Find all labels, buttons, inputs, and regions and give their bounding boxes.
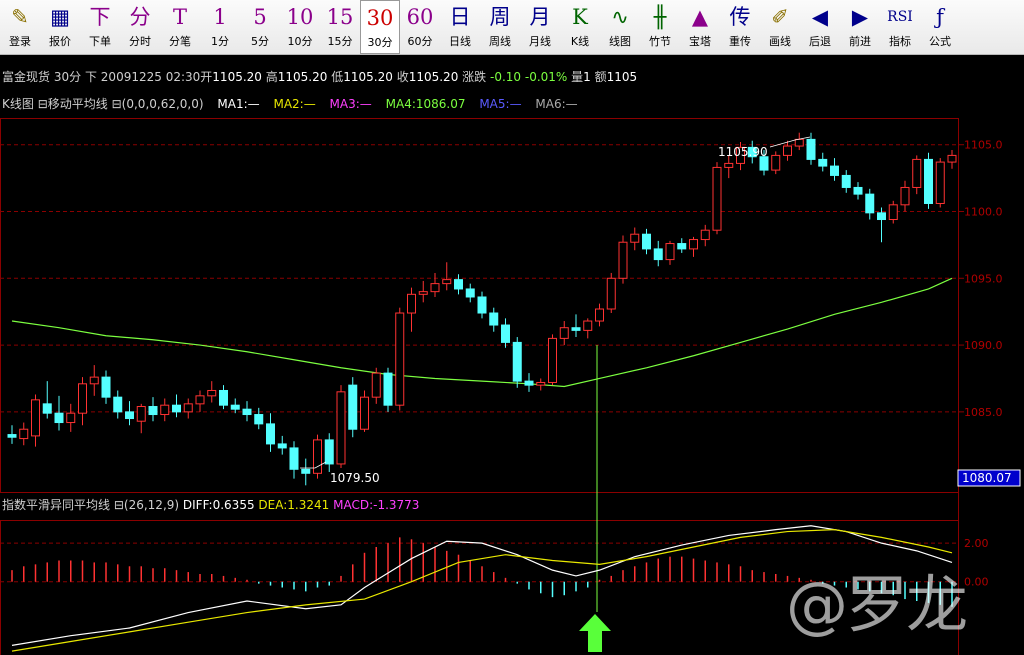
down-candle-body — [454, 279, 463, 290]
down-candle-body — [113, 396, 123, 413]
down-candle-body — [841, 174, 851, 188]
up-candle-body — [207, 389, 217, 397]
up-candle-body — [66, 412, 76, 424]
down-candle-body — [254, 414, 264, 425]
down-candle-body — [477, 296, 487, 314]
down-candle-body — [230, 404, 240, 410]
down-candle-body — [54, 412, 64, 424]
up-candle-body — [771, 154, 781, 171]
up-candle-body — [712, 166, 722, 231]
down-candle-body — [924, 158, 933, 204]
down-candle-body — [277, 443, 287, 449]
down-candle-body — [101, 376, 111, 398]
up-candle-body — [395, 312, 405, 406]
up-candle-body — [418, 291, 428, 295]
down-candle-body — [219, 389, 228, 406]
up-candle-body — [195, 395, 205, 405]
up-candle-body — [700, 229, 710, 241]
up-arrow-icon — [579, 614, 611, 652]
down-candle-body — [7, 434, 17, 438]
current-price-label: 1080.07 — [962, 471, 1012, 485]
up-candle-body — [794, 138, 804, 147]
up-candle-body — [724, 162, 734, 168]
high-marker-line — [769, 136, 811, 148]
up-candle-body — [595, 308, 604, 322]
up-candle-body — [360, 396, 369, 430]
macd-tick-label: 0.00 — [964, 576, 989, 589]
down-candle-body — [289, 447, 299, 470]
down-candle-body — [677, 243, 687, 250]
down-candle-body — [301, 468, 311, 474]
candle-layer — [7, 132, 957, 612]
up-candle-body — [618, 241, 628, 279]
down-candle-body — [383, 372, 393, 406]
up-candle-body — [888, 204, 898, 221]
down-candle-body — [806, 138, 816, 160]
down-candle-body — [571, 327, 581, 331]
up-candle-body — [136, 406, 146, 422]
up-candle-body — [78, 383, 87, 414]
up-candle-body — [900, 186, 910, 206]
up-candle-body — [19, 428, 29, 440]
up-candle-body — [689, 239, 698, 250]
price-tick-label: 1085.0 — [964, 406, 1003, 419]
up-candle-body — [606, 277, 616, 310]
up-candle-body — [583, 320, 593, 331]
down-candle-body — [324, 439, 334, 465]
up-candle-body — [407, 293, 416, 314]
down-candle-body — [865, 193, 875, 214]
up-candle-body — [442, 279, 452, 285]
macd-tick-label: 2.00 — [964, 537, 989, 550]
down-candle-body — [148, 406, 158, 416]
down-candle-body — [524, 380, 534, 386]
up-candle-body — [548, 337, 557, 383]
down-candle-body — [348, 384, 358, 430]
down-candle-body — [42, 403, 52, 414]
price-tick-label: 1090.0 — [964, 339, 1003, 352]
up-candle-body — [430, 283, 440, 293]
price-tick-label: 1100.0 — [964, 206, 1003, 219]
up-candle-body — [336, 391, 346, 465]
down-candle-body — [172, 404, 181, 413]
watermark-text: @罗龙 — [786, 568, 968, 641]
down-candle-body — [653, 248, 663, 261]
up-candle-body — [665, 243, 675, 261]
up-candle-body — [536, 381, 546, 386]
up-candle-body — [183, 403, 193, 413]
price-tick-label: 1105.0 — [964, 139, 1003, 152]
down-candle-body — [242, 408, 252, 416]
up-candle-body — [947, 154, 957, 163]
down-candle-body — [642, 233, 651, 250]
up-candle-body — [912, 158, 922, 188]
up-candle-body — [371, 372, 381, 398]
down-candle-body — [818, 158, 828, 167]
high-annotation: 1105.90 — [718, 145, 768, 159]
down-candle-body — [465, 288, 475, 298]
up-candle-body — [559, 327, 569, 339]
down-candle-body — [512, 341, 522, 382]
down-candle-body — [853, 186, 863, 195]
up-candle-body — [783, 145, 792, 156]
up-candle-body — [935, 161, 945, 204]
down-candle-body — [125, 411, 134, 420]
down-candle-body — [501, 324, 510, 343]
up-candle-body — [31, 399, 40, 437]
down-candle-body — [877, 212, 886, 221]
down-candle-body — [489, 312, 499, 326]
up-candle-body — [630, 233, 640, 243]
up-candle-body — [89, 376, 99, 385]
down-candle-body — [266, 423, 275, 445]
low-annotation: 1079.50 — [330, 471, 380, 485]
up-candle-body — [160, 404, 170, 416]
down-candle-body — [830, 165, 839, 176]
price-tick-label: 1095.0 — [964, 272, 1003, 285]
